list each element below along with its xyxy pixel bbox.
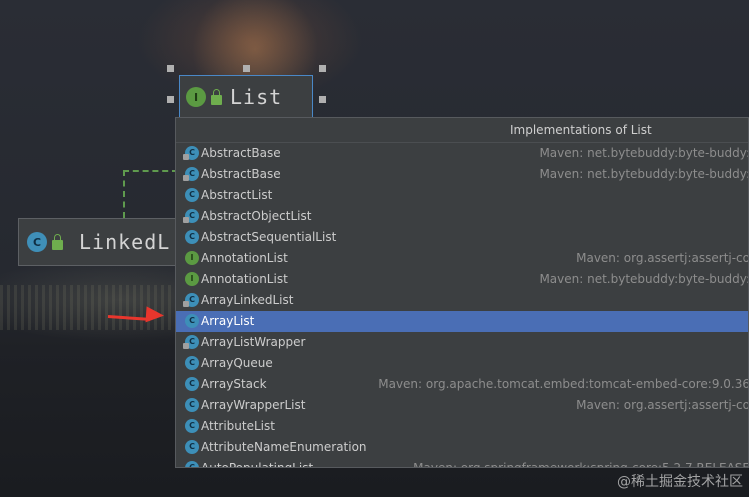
watermark: @稀土掘金技术社区 <box>617 474 743 490</box>
inheritance-connector-horizontal <box>123 170 178 172</box>
class-icon: C <box>183 335 199 349</box>
list-item[interactable]: C AbstractObjectList <box>176 206 748 227</box>
implementations-popup[interactable]: Implementations of List C AbstractBase Mav… <box>175 117 749 468</box>
list-item[interactable]: I AnnotationList Maven: net.bytebuddy:byte… <box>176 269 749 290</box>
implementation-name: AttributeNameEnumeration <box>201 440 367 454</box>
implementation-name: AnnotationList <box>201 251 288 265</box>
implementation-name: AbstractObjectList <box>201 209 312 223</box>
selection-handle[interactable] <box>243 65 250 72</box>
class-icon: C <box>185 398 199 412</box>
selection-handle[interactable] <box>167 65 174 72</box>
implementation-source: Maven: org.apache.tomcat.embed:tomcat-em… <box>378 377 749 391</box>
inheritance-connector-vertical <box>123 170 125 218</box>
class-icon: C <box>185 314 199 328</box>
implementations-list[interactable]: C AbstractBase Maven: net.bytebuddy:byte-b… <box>176 143 749 468</box>
implementation-source: Maven: org.springframework:spring-core:5… <box>413 461 749 468</box>
list-item[interactable]: C AutoPopulatingList Maven: org.springfram… <box>176 458 749 468</box>
implementation-name: ArrayListWrapper <box>201 335 306 349</box>
implementation-source: Maven: org.assertj:assertj-co <box>576 398 749 412</box>
diagram-node-list[interactable]: I List <box>179 75 313 119</box>
city-skyline-decoration <box>0 285 200 330</box>
implementation-name: AbstractBase <box>201 167 281 181</box>
diagram-node-linkedlist[interactable]: C LinkedL <box>18 218 193 266</box>
implementation-name: ArrayList <box>201 314 255 328</box>
implementation-name: AnnotationList <box>201 272 288 286</box>
list-item[interactable]: I AnnotationList Maven: org.assertj:assert… <box>176 248 749 269</box>
library-icon <box>183 154 189 160</box>
node-title: LinkedL <box>79 230 171 254</box>
annotation-arrow-head <box>145 306 165 324</box>
implementation-source: Maven: org.assertj:assertj-co <box>576 251 749 265</box>
selection-handle[interactable] <box>319 65 326 72</box>
class-icon: C <box>185 440 199 454</box>
implementation-name: ArrayQueue <box>201 356 273 370</box>
implementation-name: AutoPopulatingList <box>201 461 314 468</box>
class-icon: C <box>185 377 199 391</box>
list-item[interactable]: C AbstractBase Maven: net.bytebuddy:byte-b… <box>176 143 749 164</box>
implementation-source: Maven: net.bytebuddy:byte-buddy: <box>539 167 749 181</box>
class-icon: C <box>185 461 199 467</box>
implementation-name: AbstractList <box>201 188 273 202</box>
implementation-name: ArrayWrapperList <box>201 398 306 412</box>
selection-handle[interactable] <box>167 96 174 103</box>
list-item[interactable]: C AttributeNameEnumeration <box>176 437 748 458</box>
implementation-name: ArrayStack <box>201 377 267 391</box>
library-icon <box>183 175 189 181</box>
popup-title: Implementations of List <box>176 118 748 143</box>
list-item[interactable]: C AbstractSequentialList <box>176 227 748 248</box>
library-icon <box>183 301 189 307</box>
list-item[interactable]: C ArrayQueue <box>176 353 748 374</box>
class-icon: C <box>185 419 199 433</box>
list-item[interactable]: C ArrayWrapperList Maven: org.assertj:asse… <box>176 395 749 416</box>
node-title: List <box>230 85 283 109</box>
list-item[interactable]: C AbstractList <box>176 185 748 206</box>
implementation-source: Maven: net.bytebuddy:byte-buddy: <box>539 272 749 286</box>
implementation-name: AbstractBase <box>201 146 281 160</box>
class-icon: C <box>183 146 199 160</box>
list-item[interactable]: C ArrayListWrapper <box>176 332 748 353</box>
implementation-name: AbstractSequentialList <box>201 230 337 244</box>
list-item[interactable]: C AbstractBase Maven: net.bytebuddy:byte-b… <box>176 164 749 185</box>
interface-icon: I <box>185 272 199 286</box>
list-item[interactable]: C ArrayStack Maven: org.apache.tomcat.embe… <box>176 374 749 395</box>
implementation-source: Maven: net.bytebuddy:byte-buddy: <box>539 146 749 160</box>
interface-icon: I <box>186 87 206 107</box>
implementation-name: ArrayLinkedList <box>201 293 294 307</box>
library-icon <box>183 343 189 349</box>
implementation-name: AttributeList <box>201 419 275 433</box>
class-icon: C <box>183 209 199 223</box>
list-item[interactable]: C ArrayList <box>176 311 748 332</box>
library-icon <box>183 217 189 223</box>
list-item[interactable]: C AttributeList <box>176 416 748 437</box>
public-lock-icon <box>211 89 222 105</box>
selection-handle[interactable] <box>319 96 326 103</box>
public-lock-icon <box>52 234 63 250</box>
class-icon: C <box>185 230 199 244</box>
class-icon: C <box>183 293 199 307</box>
class-icon: C <box>183 167 199 181</box>
class-icon: C <box>27 232 47 252</box>
list-item[interactable]: C ArrayLinkedList <box>176 290 748 311</box>
class-icon: C <box>185 188 199 202</box>
class-icon: C <box>185 356 199 370</box>
interface-icon: I <box>185 251 199 265</box>
